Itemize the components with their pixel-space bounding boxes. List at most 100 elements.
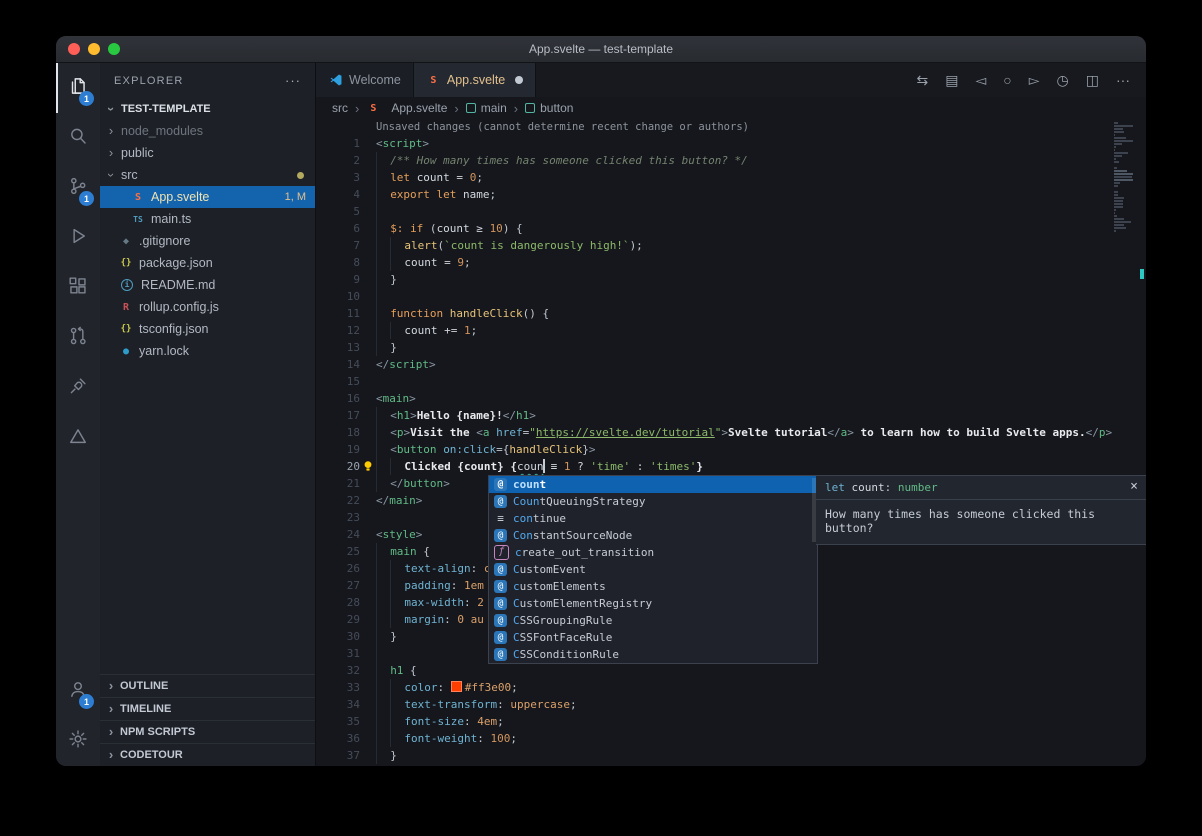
line-number[interactable]: 4	[316, 186, 360, 203]
tree-item-main.ts[interactable]: TSmain.ts	[100, 208, 315, 230]
tree-item-package.json[interactable]: {}package.json	[100, 252, 315, 274]
tree-item-node_modules[interactable]: ›node_modules	[100, 120, 315, 142]
sidebar-section-codetour[interactable]: ›CODETOUR	[100, 743, 315, 766]
split-editor-icon[interactable]: ◫	[1086, 73, 1099, 87]
line-number[interactable]: 15	[316, 373, 360, 390]
line-number[interactable]: 21	[316, 475, 360, 492]
breadcrumb-item-src[interactable]: src	[332, 101, 348, 115]
breadcrumb-item-main[interactable]: main	[466, 101, 507, 115]
code-line-32[interactable]: 32h1 {	[316, 662, 1146, 679]
activity-testing[interactable]	[56, 413, 100, 463]
suggestion-CSSGroupingRule[interactable]: @CSSGroupingRule	[489, 612, 817, 629]
breadcrumb-item-button[interactable]: button	[525, 101, 573, 115]
line-number[interactable]: 12	[316, 322, 360, 339]
line-number[interactable]: 35	[316, 713, 360, 730]
git-compare-icon[interactable]: ⇆	[917, 73, 929, 87]
code-line-20[interactable]: 20Clicked {count} {coun ≡ 1 ? 'time' : '…	[316, 458, 1146, 475]
tree-item-App.svelte[interactable]: SApp.svelte1, M	[100, 186, 315, 208]
more-actions-icon[interactable]: ···	[1116, 73, 1130, 87]
activity-accounts[interactable]: 1	[56, 666, 100, 716]
line-number[interactable]: 33	[316, 679, 360, 696]
line-number[interactable]: 30	[316, 628, 360, 645]
code-line-19[interactable]: 19<button on:click={handleClick}>	[316, 441, 1146, 458]
close-button[interactable]	[68, 43, 80, 55]
line-number[interactable]: 6	[316, 220, 360, 237]
code-line-6[interactable]: 6$: if (count ≥ 10) {	[316, 220, 1146, 237]
minimap[interactable]	[1114, 122, 1134, 233]
code-line-5[interactable]: 5	[316, 203, 1146, 220]
activity-source-control[interactable]: 1	[56, 163, 100, 213]
suggestion-continue[interactable]: ≡continue	[489, 510, 817, 527]
code-line-15[interactable]: 15	[316, 373, 1146, 390]
line-number[interactable]: 23	[316, 509, 360, 526]
project-section-header[interactable]: › TEST-TEMPLATE	[100, 98, 315, 120]
line-number[interactable]: 34	[316, 696, 360, 713]
code-line-9[interactable]: 9}	[316, 271, 1146, 288]
editor-pane[interactable]: Unsaved changes (cannot determine recent…	[316, 119, 1146, 766]
line-number[interactable]: 18	[316, 424, 360, 441]
activity-run-debug[interactable]	[56, 213, 100, 263]
line-number[interactable]: 5	[316, 203, 360, 220]
code-line-7[interactable]: 7alert(`count is dangerously high!`);	[316, 237, 1146, 254]
code-line-8[interactable]: 8count = 9;	[316, 254, 1146, 271]
sidebar-section-npm-scripts[interactable]: ›NPM SCRIPTS	[100, 720, 315, 743]
line-number[interactable]: 29	[316, 611, 360, 628]
title-bar[interactable]: App.svelte — test-template	[56, 36, 1146, 63]
line-number[interactable]: 24	[316, 526, 360, 543]
code-line-14[interactable]: 14</script>	[316, 356, 1146, 373]
tab-app-svelte[interactable]: SApp.svelte	[414, 63, 536, 97]
code-line-34[interactable]: 34text-transform: uppercase;	[316, 696, 1146, 713]
sidebar-section-timeline[interactable]: ›TIMELINE	[100, 697, 315, 720]
code-line-33[interactable]: 33color: #ff3e00;	[316, 679, 1146, 696]
line-number[interactable]: 17	[316, 407, 360, 424]
line-number[interactable]: 25	[316, 543, 360, 560]
dirty-indicator[interactable]	[515, 76, 523, 84]
line-number[interactable]: 22	[316, 492, 360, 509]
line-number[interactable]: 11	[316, 305, 360, 322]
close-icon[interactable]: ×	[1130, 479, 1138, 494]
code-line-36[interactable]: 36font-weight: 100;	[316, 730, 1146, 747]
line-number[interactable]: 14	[316, 356, 360, 373]
timeline-icon[interactable]: ◷	[1057, 73, 1069, 87]
suggestion-CSSFontFaceRule[interactable]: @CSSFontFaceRule	[489, 629, 817, 646]
activity-extensions[interactable]	[56, 263, 100, 313]
line-number[interactable]: 16	[316, 390, 360, 407]
activity-github-pull-requests[interactable]	[56, 313, 100, 363]
code-line-12[interactable]: 12count += 1;	[316, 322, 1146, 339]
annotations-icon[interactable]: ○	[1003, 73, 1011, 87]
line-number[interactable]: 1	[316, 135, 360, 152]
line-number[interactable]: 8	[316, 254, 360, 271]
suggestion-CustomEvent[interactable]: @CustomEvent	[489, 561, 817, 578]
code-line-18[interactable]: 18<p>Visit the <a href="https://svelte.d…	[316, 424, 1146, 441]
sidebar-section-outline[interactable]: ›OUTLINE	[100, 674, 315, 697]
minimize-button[interactable]	[88, 43, 100, 55]
suggestion-create_out_transition[interactable]: ƒcreate_out_transition	[489, 544, 817, 561]
activity-settings[interactable]	[56, 716, 100, 766]
line-number[interactable]: 3	[316, 169, 360, 186]
breadcrumb-item-app-svelte[interactable]: SApp.svelte	[366, 101, 447, 115]
next-change-icon[interactable]: ▻	[1029, 73, 1040, 87]
line-number[interactable]: 9	[316, 271, 360, 288]
line-number[interactable]: 37	[316, 747, 360, 764]
suggestion-customElements[interactable]: @customElements	[489, 578, 817, 595]
line-number[interactable]: 20	[316, 458, 360, 475]
zoom-button[interactable]	[108, 43, 120, 55]
tree-item-.gitignore[interactable]: ◆.gitignore	[100, 230, 315, 252]
code-line-17[interactable]: 17<h1>Hello {name}!</h1>	[316, 407, 1146, 424]
code-line-11[interactable]: 11function handleClick() {	[316, 305, 1146, 322]
tree-item-README.md[interactable]: iREADME.md	[100, 274, 315, 296]
line-number[interactable]: 13	[316, 339, 360, 356]
line-number[interactable]: 28	[316, 594, 360, 611]
activity-search[interactable]	[56, 113, 100, 163]
tree-item-src[interactable]: ›src	[100, 164, 315, 186]
code-line-4[interactable]: 4export let name;	[316, 186, 1146, 203]
code-line-10[interactable]: 10	[316, 288, 1146, 305]
suggestion-CSSConditionRule[interactable]: @CSSConditionRule	[489, 646, 817, 663]
line-number[interactable]: 27	[316, 577, 360, 594]
tab-welcome[interactable]: Welcome	[316, 63, 414, 97]
line-number[interactable]: 26	[316, 560, 360, 577]
line-number[interactable]: 19	[316, 441, 360, 458]
line-number[interactable]: 2	[316, 152, 360, 169]
tree-item-rollup.config.js[interactable]: Rrollup.config.js	[100, 296, 315, 318]
previous-change-icon[interactable]: ◅	[976, 73, 987, 87]
